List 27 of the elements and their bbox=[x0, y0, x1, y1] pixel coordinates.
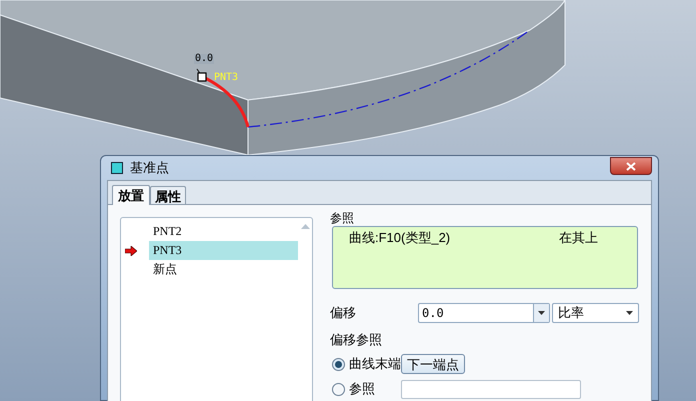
dropdown-icon[interactable] bbox=[538, 311, 545, 315]
constraint-text: 在其上 bbox=[559, 230, 598, 246]
radio-button[interactable] bbox=[332, 382, 345, 396]
list-item[interactable]: PNT2 bbox=[149, 222, 298, 241]
radio-button[interactable] bbox=[332, 358, 345, 370]
reference-field[interactable] bbox=[401, 380, 581, 398]
references-box[interactable]: 曲线:F10(类型_2) 在其上 bbox=[332, 226, 638, 289]
unit-dropdown[interactable]: 比率 bbox=[552, 303, 639, 323]
cube-icon bbox=[111, 162, 123, 174]
section-label: 参照 bbox=[330, 211, 355, 225]
tab[interactable]: 属性 bbox=[150, 186, 186, 204]
next-endpoint-button[interactable]: 下一端点 bbox=[401, 354, 465, 374]
section-label: 偏移参照 bbox=[330, 331, 383, 349]
reference-text: 曲线:F10(类型_2) bbox=[349, 230, 452, 246]
point-label: PNT3 bbox=[214, 73, 238, 83]
dimension-label: 0.0 bbox=[194, 54, 214, 64]
close-icon bbox=[626, 162, 636, 170]
radio-label: 参照 bbox=[349, 380, 376, 398]
offset-combobox[interactable]: 0.0 bbox=[418, 303, 550, 323]
arrow-icon bbox=[125, 246, 137, 256]
radio-label: 曲线末端 bbox=[349, 355, 401, 374]
close-button[interactable] bbox=[610, 157, 652, 175]
tab[interactable]: 放置 bbox=[112, 185, 150, 205]
dropdown-icon bbox=[626, 311, 633, 315]
field-label: 偏移 bbox=[330, 304, 357, 322]
list-item[interactable]: 新点 bbox=[149, 260, 298, 279]
window-title: 基准点 bbox=[130, 159, 169, 178]
